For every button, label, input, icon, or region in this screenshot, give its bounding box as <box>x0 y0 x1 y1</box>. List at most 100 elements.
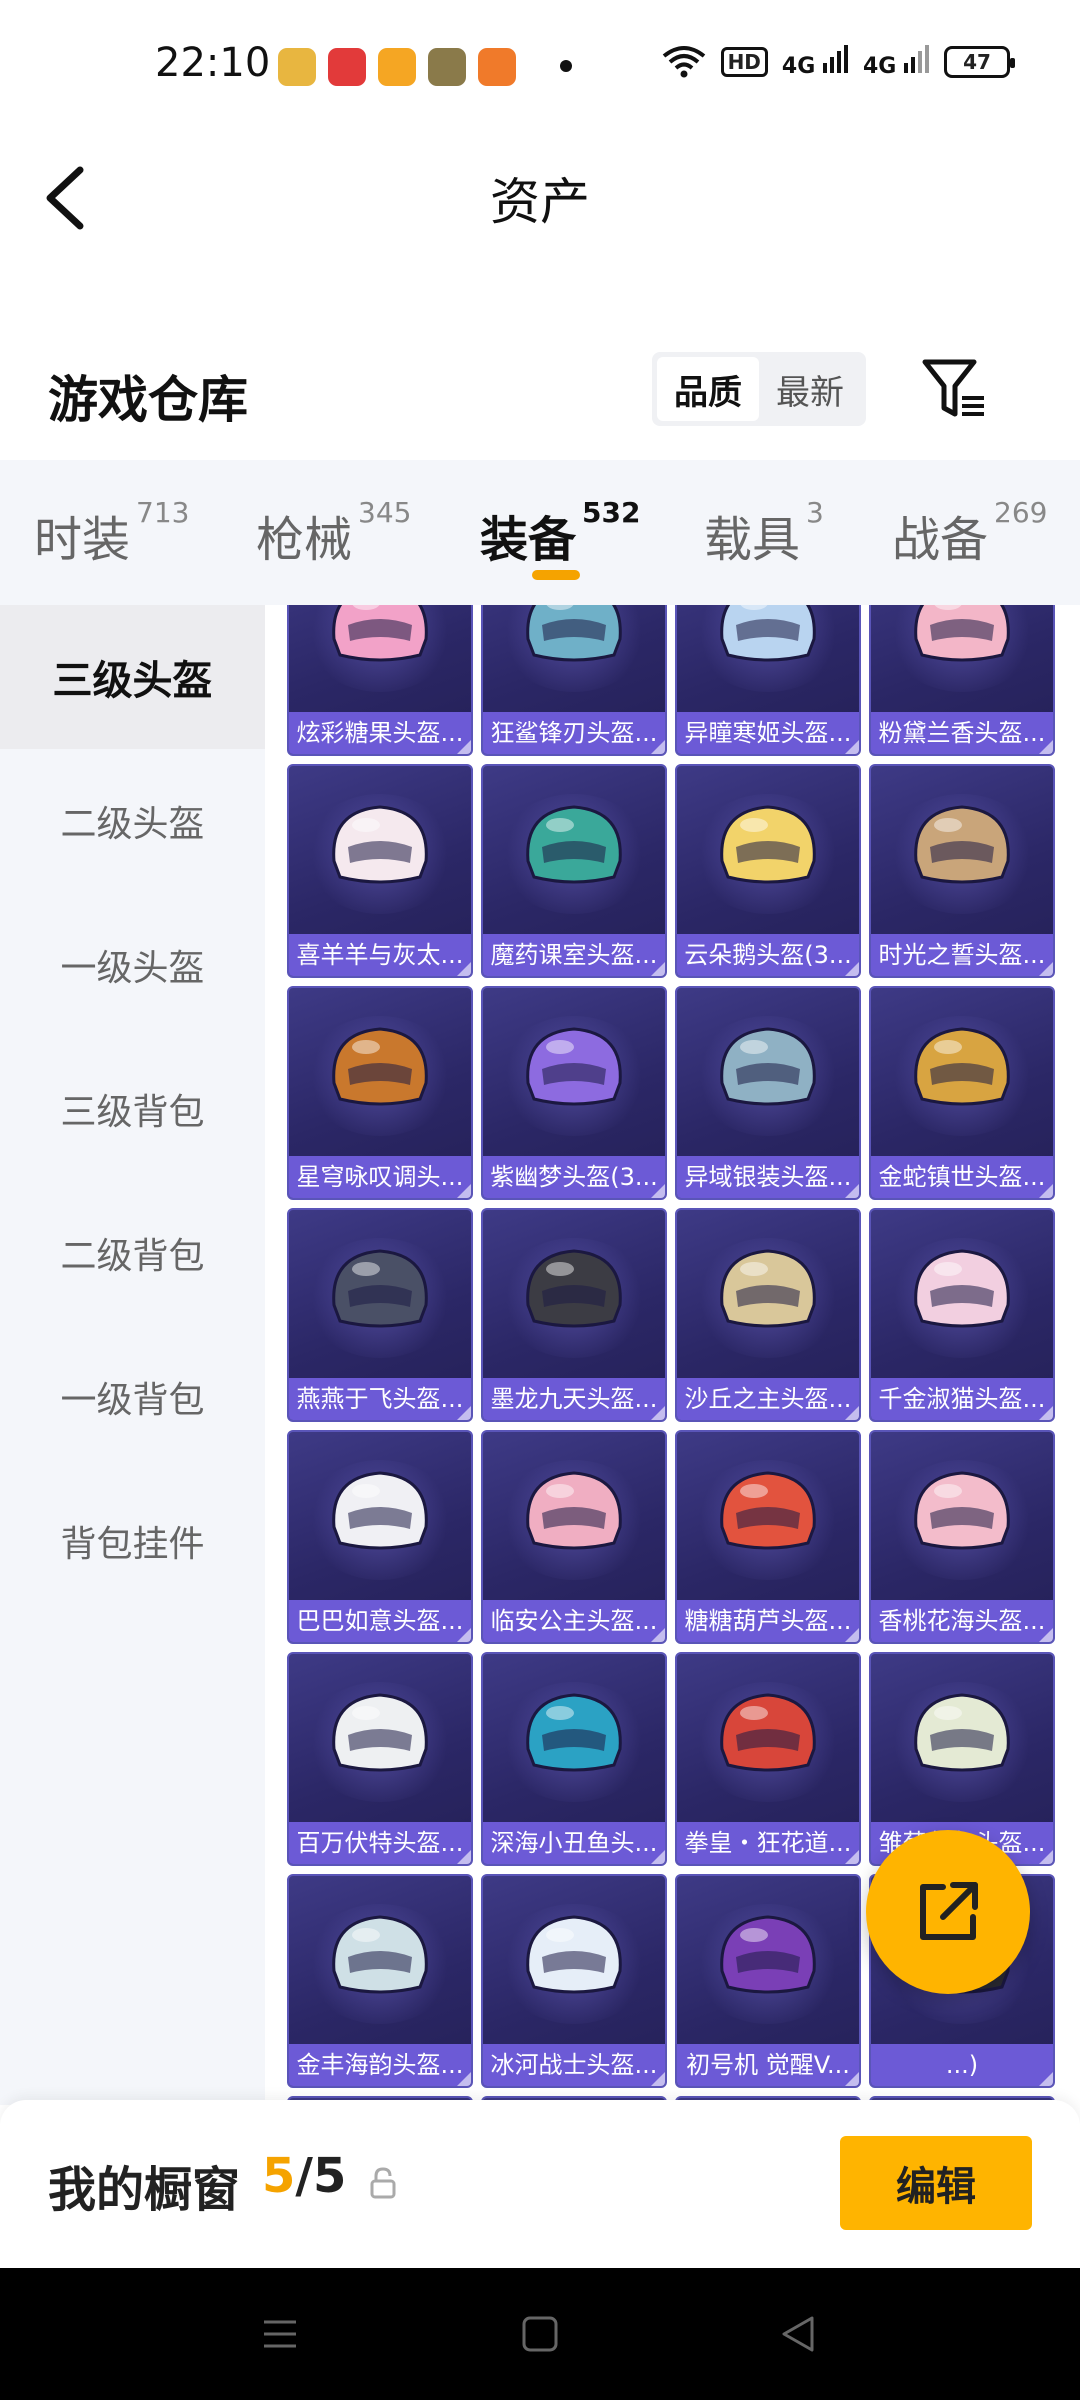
item-card[interactable]: 燕燕于飞头盔... <box>287 1208 473 1422</box>
share-button[interactable] <box>866 1830 1030 1994</box>
item-name: 临安公主头盔... <box>483 1600 665 1642</box>
status-bar: 22:10 HD 4G 4G 47 <box>0 0 1080 130</box>
tab-gear[interactable]: 战备 269 <box>892 496 1047 570</box>
signal-icon <box>822 45 848 73</box>
sidebar-item-level3-helmet[interactable]: 三级头盔 <box>0 605 265 749</box>
item-card[interactable]: 深海小丑鱼头... <box>481 1652 667 1866</box>
item-card[interactable]: 沙丘之主头盔... <box>675 1208 861 1422</box>
showcase-bar: 我的橱窗 5/5 编辑 <box>0 2100 1080 2268</box>
item-name: 香桃花海头盔... <box>871 1600 1053 1642</box>
sidebar-item-level2-helmet[interactable]: 二级头盔 <box>0 749 265 893</box>
helmet-icon <box>332 1693 428 1772</box>
tab-equipment[interactable]: 装备 532 <box>480 496 640 570</box>
item-card[interactable]: 星穹咏叹调头... <box>287 986 473 1200</box>
item-name: 巴巴如意头盔... <box>289 1600 471 1642</box>
app-icon-3 <box>378 48 416 86</box>
helmet-icon <box>332 1471 428 1550</box>
item-card[interactable]: 拳皇・狂花道... <box>675 1652 861 1866</box>
share-icon <box>920 1882 978 1940</box>
back-triangle-icon[interactable] <box>774 2310 822 2358</box>
status-time: 22:10 <box>155 40 271 86</box>
helmet-icon <box>914 1027 1010 1106</box>
sidebar-item-backpack-charm[interactable]: 背包挂件 <box>0 1469 265 1613</box>
item-card[interactable]: 喜羊羊与灰太... <box>287 764 473 978</box>
item-card[interactable]: 云朵鹅头盔(3... <box>675 764 861 978</box>
item-card[interactable]: 粉黛兰香头盔... <box>869 605 1055 756</box>
sidebar-item-level2-backpack[interactable]: 二级背包 <box>0 1181 265 1325</box>
helmet-icon <box>720 1471 816 1550</box>
home-icon[interactable] <box>516 2310 564 2358</box>
item-card[interactable]: 魔药课室头盔... <box>481 764 667 978</box>
item-name: 墨龙九天头盔... <box>483 1378 665 1420</box>
item-card[interactable]: 异域银装头盔... <box>675 986 861 1200</box>
item-name: 糖糖葫芦头盔... <box>677 1600 859 1642</box>
system-navigation-bar <box>0 2268 1080 2400</box>
item-name: 魔药课室头盔... <box>483 934 665 976</box>
helmet-icon <box>526 805 622 884</box>
helmet-icon <box>914 1693 1010 1772</box>
item-card[interactable]: 千金淑猫头盔... <box>869 1208 1055 1422</box>
item-card[interactable]: 巴巴如意头盔... <box>287 1430 473 1644</box>
sidebar-item-level1-backpack[interactable]: 一级背包 <box>0 1325 265 1469</box>
item-name: 金丰海韵头盔... <box>289 2044 471 2086</box>
sort-toggle: 品质 最新 <box>652 352 866 426</box>
tab-weapons[interactable]: 枪械 345 <box>256 496 411 570</box>
item-name: 炫彩糖果头盔... <box>289 712 471 754</box>
helmet-icon <box>332 605 428 662</box>
app-icon-5 <box>478 48 516 86</box>
sort-option-quality[interactable]: 品质 <box>657 357 759 421</box>
helmet-icon <box>720 1915 816 1994</box>
helmet-icon <box>332 1915 428 1994</box>
item-card[interactable]: 紫幽梦头盔(3... <box>481 986 667 1200</box>
item-name: 狂鲨锋刃头盔... <box>483 712 665 754</box>
tab-fashion[interactable]: 时装 713 <box>34 496 189 570</box>
helmet-icon <box>720 1027 816 1106</box>
helmet-icon <box>526 1027 622 1106</box>
wifi-icon <box>662 46 705 78</box>
item-name: 沙丘之主头盔... <box>677 1378 859 1420</box>
item-name: 星穹咏叹调头... <box>289 1156 471 1198</box>
item-card[interactable]: 初号机 觉醒V... <box>675 1874 861 2088</box>
network-4g-1: 4G <box>782 45 849 79</box>
item-card[interactable]: 炫彩糖果头盔... <box>287 605 473 756</box>
item-card[interactable]: 百万伏特头盔... <box>287 1652 473 1866</box>
item-name: 喜羊羊与灰太... <box>289 934 471 976</box>
item-name: 时光之誓头盔... <box>871 934 1053 976</box>
item-name: 燕燕于飞头盔... <box>289 1378 471 1420</box>
sidebar-item-level3-backpack[interactable]: 三级背包 <box>0 1037 265 1181</box>
signal-icon <box>904 45 929 73</box>
helmet-icon <box>914 805 1010 884</box>
status-right: HD 4G 4G 47 <box>661 44 1015 80</box>
sidebar-item-level1-helmet[interactable]: 一级头盔 <box>0 893 265 1037</box>
warehouse-title: 游戏仓库 <box>48 371 248 429</box>
edit-button[interactable]: 编辑 <box>840 2136 1032 2230</box>
menu-icon[interactable] <box>256 2310 304 2358</box>
item-name: 异域银装头盔... <box>677 1156 859 1198</box>
helmet-icon <box>720 1693 816 1772</box>
helmet-icon <box>526 1693 622 1772</box>
item-card[interactable]: 异瞳寒姬头盔... <box>675 605 861 756</box>
helmet-icon <box>526 1915 622 1994</box>
item-card[interactable]: 临安公主头盔... <box>481 1430 667 1644</box>
helmet-icon <box>914 1249 1010 1328</box>
top-nav: 资产 <box>0 130 1080 260</box>
item-name: 云朵鹅头盔(3... <box>677 934 859 976</box>
category-tabs: 时装 713 枪械 345 装备 532 载具 3 战备 269 <box>0 460 1080 605</box>
item-card[interactable]: 金蛇镇世头盔... <box>869 986 1055 1200</box>
subcategory-sidebar: 三级头盔 二级头盔 一级头盔 三级背包 二级背包 一级背包 背包挂件 <box>0 605 265 2105</box>
item-card[interactable]: 金丰海韵头盔... <box>287 1874 473 2088</box>
item-card[interactable]: 狂鲨锋刃头盔... <box>481 605 667 756</box>
battery-icon: 47 <box>944 46 1015 78</box>
filter-icon[interactable] <box>922 358 988 420</box>
tab-vehicles[interactable]: 载具 3 <box>704 496 824 570</box>
sort-option-newest[interactable]: 最新 <box>759 357 861 421</box>
item-card[interactable]: 香桃花海头盔... <box>869 1430 1055 1644</box>
helmet-icon <box>332 1249 428 1328</box>
item-card[interactable]: 时光之誓头盔... <box>869 764 1055 978</box>
item-card[interactable]: 冰河战士头盔... <box>481 1874 667 2088</box>
app-icon-1 <box>278 48 316 86</box>
item-card[interactable]: 糖糖葫芦头盔... <box>675 1430 861 1644</box>
helmet-icon <box>526 605 622 662</box>
item-name: 粉黛兰香头盔... <box>871 712 1053 754</box>
item-card[interactable]: 墨龙九天头盔... <box>481 1208 667 1422</box>
